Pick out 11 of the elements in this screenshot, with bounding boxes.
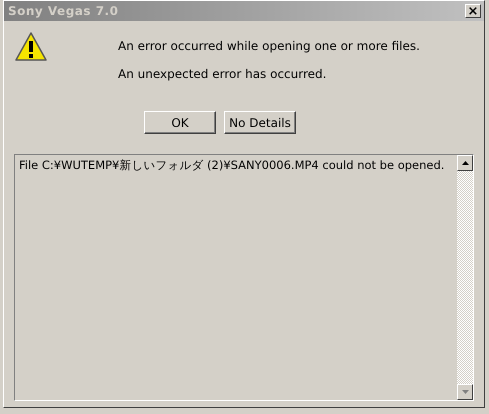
scrollbar[interactable] [457,155,473,400]
warning-icon [14,31,48,63]
dialog-button[interactable]: OK [144,111,216,134]
window-title: Sony Vegas 7.0 [8,4,118,18]
error-message: An error occurred while opening one or more files. [118,39,420,53]
scroll-up-icon[interactable] [462,161,468,165]
dialog-button[interactable]: No Details [224,111,296,134]
close-button[interactable]: × [465,4,481,18]
scroll-down-icon[interactable] [462,390,468,394]
error-message: An unexpected error has occurred. [118,67,328,81]
details-text: File C:¥WUTEMP¥新しいフォルダ (2)¥SANY0006.MP4 could not be opened. [18,157,446,174]
